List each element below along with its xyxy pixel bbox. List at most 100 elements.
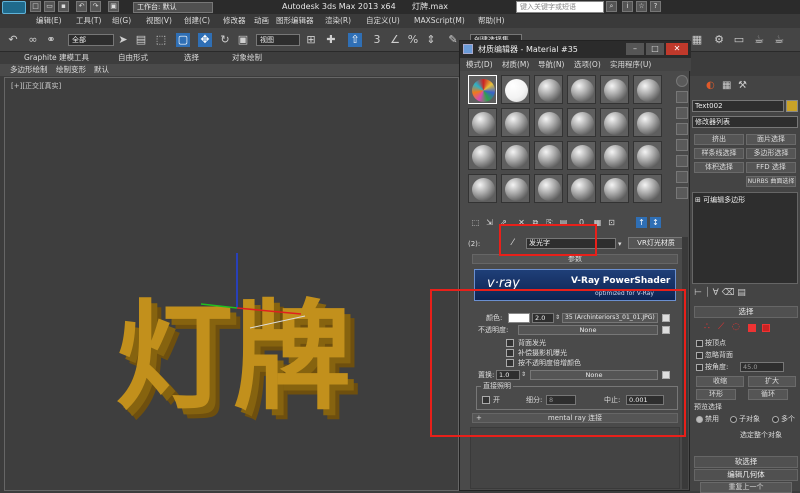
go-forward-icon[interactable]: ↕: [650, 217, 661, 228]
video-color-icon[interactable]: [676, 139, 688, 151]
subtab-poly-draw[interactable]: 多边形绘制: [10, 64, 48, 76]
stack-item-editable-poly[interactable]: ⊞ 可编辑多边形: [695, 195, 745, 205]
tab-selection[interactable]: 选择: [184, 52, 199, 64]
by-vertex-checkbox[interactable]: 按顶点: [696, 338, 726, 348]
sample-slot[interactable]: [600, 174, 629, 203]
utilities-tab-icon[interactable]: ⚒: [738, 80, 747, 91]
menu-customize[interactable]: 自定义(U): [366, 14, 400, 28]
render-frame-icon[interactable]: ▭: [732, 33, 746, 47]
select-manipulate-icon[interactable]: ✚: [324, 33, 338, 47]
move-icon[interactable]: ✥: [198, 33, 212, 47]
preview-icon[interactable]: [676, 155, 688, 167]
menu-options[interactable]: 选项(O): [574, 59, 601, 70]
save-icon[interactable]: ▪: [58, 1, 69, 12]
star-icon[interactable]: ☆: [636, 1, 647, 12]
make-unique-icon[interactable]: ∀: [713, 288, 722, 298]
nurbs-select-button[interactable]: NURBS 曲面选择: [746, 176, 796, 187]
rotate-icon[interactable]: ↻: [218, 33, 232, 47]
modifier-list-dropdown[interactable]: 修改器列表: [692, 116, 798, 128]
binoculars-icon[interactable]: ⌕: [606, 1, 617, 12]
sample-slot[interactable]: [501, 75, 530, 104]
put-to-scene-icon[interactable]: ⇲: [484, 217, 495, 228]
shrink-button[interactable]: 收缩: [696, 376, 744, 387]
link-icon[interactable]: ∞: [26, 33, 40, 47]
sample-slot[interactable]: [534, 75, 563, 104]
stack-expand-icon[interactable]: ⊞: [695, 196, 703, 204]
reference-coord-dropdown[interactable]: 视图: [256, 34, 300, 46]
menu-graph-editors[interactable]: 图形编辑器: [276, 14, 314, 28]
material-type-button[interactable]: VR灯光材质: [628, 237, 684, 249]
select-by-material-icon[interactable]: [676, 187, 688, 199]
sample-type-icon[interactable]: [676, 75, 688, 87]
menu-rendering[interactable]: 渲染(R): [325, 14, 351, 28]
remove-modifier-icon[interactable]: ⌫: [722, 288, 738, 298]
backlight-icon[interactable]: [676, 91, 688, 103]
ignore-back-checkbox[interactable]: 忽略背面: [696, 350, 733, 360]
render-iterative-icon[interactable]: ☕: [772, 33, 786, 47]
ffd-select-button[interactable]: FFD 选择: [746, 162, 796, 173]
sample-slot[interactable]: [501, 108, 530, 137]
open-icon[interactable]: ▭: [44, 1, 55, 12]
menu-create[interactable]: 创建(C): [184, 14, 210, 28]
preview-subobject-radio[interactable]: 子对象: [730, 414, 760, 424]
uv-tiling-icon[interactable]: [676, 123, 688, 135]
spinner-snap-icon[interactable]: ⇕: [424, 33, 438, 47]
object-name-field[interactable]: Text002: [692, 100, 784, 112]
vol-select-button[interactable]: 体积选择: [694, 162, 744, 173]
keyboard-shortcut-icon[interactable]: ⇧: [348, 33, 362, 47]
sample-slot[interactable]: [534, 174, 563, 203]
patch-select-button[interactable]: 面片选择: [746, 134, 796, 145]
repeat-last-button[interactable]: 重复上一个: [700, 482, 792, 493]
scale-icon[interactable]: ▣: [236, 33, 250, 47]
menu-tools[interactable]: 工具(T): [76, 14, 101, 28]
render-icon[interactable]: ☕: [752, 33, 766, 47]
menu-edit[interactable]: 编辑(E): [36, 14, 62, 28]
perspective-viewport[interactable]: [+][正交][真实] 灯牌 灯牌 灯牌: [4, 77, 459, 491]
loop-button[interactable]: 循环: [748, 389, 788, 400]
hierarchy-tab-icon[interactable]: ▦: [722, 80, 731, 91]
soft-selection-header[interactable]: 软选择: [694, 456, 798, 468]
sample-slot[interactable]: [633, 108, 662, 137]
polygon-icon[interactable]: [748, 324, 759, 334]
help-icon[interactable]: ?: [650, 1, 661, 12]
selection-rollout-header[interactable]: 选择: [694, 306, 798, 318]
show-end-result-icon[interactable]: ⊡: [606, 217, 617, 228]
menu-help[interactable]: 帮助(H): [478, 14, 505, 28]
show-end-result-icon[interactable]: ⏐: [705, 288, 713, 298]
unlink-icon[interactable]: ⚭: [44, 33, 58, 47]
get-material-icon[interactable]: ⬚: [470, 217, 481, 228]
menu-modifiers[interactable]: 修改器: [223, 14, 246, 28]
edit-geometry-header[interactable]: 编辑几何体: [694, 469, 798, 481]
ring-button[interactable]: 环形: [696, 389, 736, 400]
menu-utilities[interactable]: 实用程序(U): [610, 59, 651, 70]
by-angle-checkbox[interactable]: 按角度:: [696, 362, 728, 372]
pin-stack-icon[interactable]: ⊢: [694, 288, 705, 298]
tab-object-paint[interactable]: 对象绘制: [232, 52, 262, 64]
redo-icon[interactable]: ↷: [90, 1, 101, 12]
app-logo-icon[interactable]: [2, 1, 26, 14]
grow-button[interactable]: 扩大: [748, 376, 796, 387]
workspace-select[interactable]: 工作台: 默认: [133, 2, 213, 13]
element-icon[interactable]: [762, 324, 773, 334]
sample-slot[interactable]: [468, 141, 497, 170]
tab-graphite[interactable]: Graphite 建模工具: [24, 52, 89, 64]
render-setup-icon[interactable]: ⚙: [712, 33, 726, 47]
sample-slot[interactable]: [600, 141, 629, 170]
modifier-stack[interactable]: ⊞ 可编辑多边形: [692, 192, 798, 284]
vertex-icon[interactable]: ∴: [704, 322, 710, 332]
edge-icon[interactable]: ⟋: [718, 322, 724, 332]
undo-icon[interactable]: ↶: [76, 1, 87, 12]
subtab-paint-deform[interactable]: 绘制变形: [56, 64, 86, 76]
edit-named-sel-icon[interactable]: ✎: [446, 33, 460, 47]
menu-view[interactable]: 视图(V): [146, 14, 172, 28]
material-name-dropdown-icon[interactable]: ▾: [618, 239, 622, 249]
border-icon[interactable]: ◌: [732, 322, 740, 332]
sample-slot[interactable]: [468, 108, 497, 137]
close-button[interactable]: ✕: [666, 43, 688, 55]
maximize-button[interactable]: □: [646, 43, 664, 55]
sample-slot[interactable]: [633, 141, 662, 170]
minimize-button[interactable]: –: [626, 43, 644, 55]
sample-slot[interactable]: [600, 75, 629, 104]
menu-mode[interactable]: 模式(D): [466, 59, 493, 70]
menu-maxscript[interactable]: MAXScript(M): [414, 14, 465, 28]
